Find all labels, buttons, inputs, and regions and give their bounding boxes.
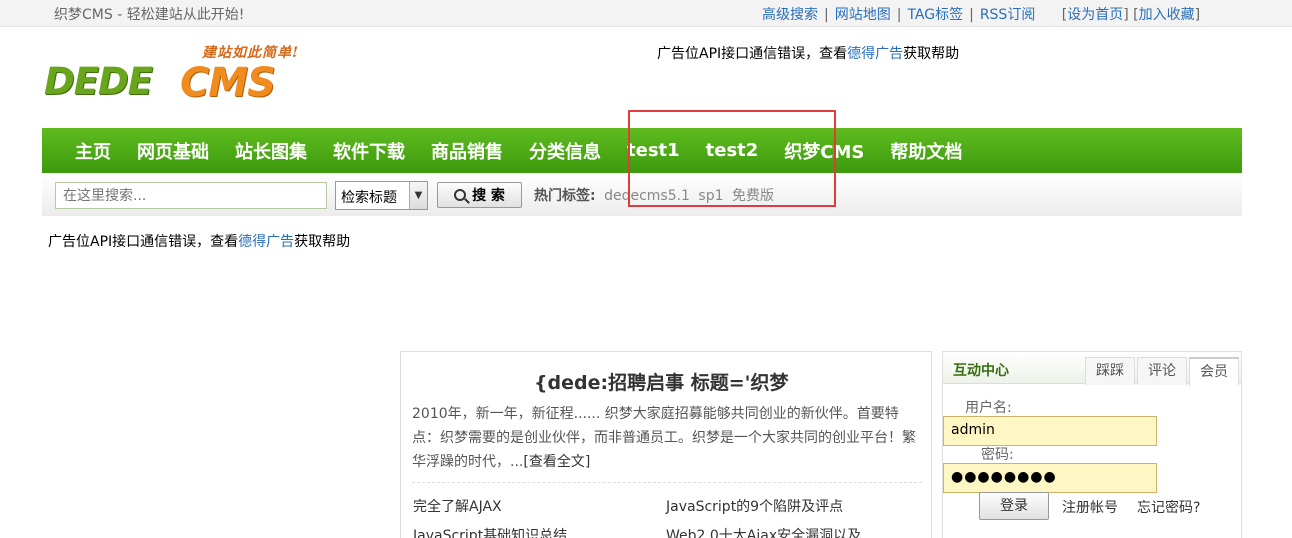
logo-dede: DEDE	[44, 60, 153, 103]
nav-item-home[interactable]: 主页	[62, 138, 124, 164]
search-icon	[454, 189, 467, 201]
read-more-link[interactable]: [查看全文]	[523, 454, 590, 470]
tab-member[interactable]: 会员	[1189, 357, 1239, 386]
search-type-value: 检索标题	[341, 190, 397, 206]
search-button-label: 搜 索	[472, 188, 505, 204]
site-logo[interactable]: 建站如此简单! DEDE CMS	[44, 42, 314, 112]
article-link[interactable]: Web2.0十大Ajax安全漏洞以及	[666, 525, 861, 538]
article-link[interactable]: 完全了解AJAX	[413, 496, 502, 516]
search-bar: 检索标题 ▼ 搜 索 热门标签: dedecms5.1 sp1 免费版	[42, 173, 1242, 216]
bracket-mid: ] [	[1123, 7, 1139, 23]
password-field[interactable]: ●●●●●●●●	[943, 463, 1157, 493]
username-label: 用户名:	[965, 400, 1012, 416]
ad-error-top: 广告位API接口通信错误，查看德得广告获取帮助	[657, 43, 959, 63]
separator: |	[896, 7, 902, 23]
ad-prefix: 广告位API接口通信错误，查看	[657, 46, 848, 62]
nav-item-test2[interactable]: test2	[693, 140, 772, 161]
hot-tags-label: 热门标签:	[534, 188, 596, 204]
ad-help-link[interactable]: 德得广告	[238, 234, 294, 250]
username-field[interactable]: admin	[943, 416, 1157, 446]
site-slogan: 织梦CMS - 轻松建站从此开始!	[54, 7, 245, 23]
divider	[412, 482, 922, 483]
register-link[interactable]: 注册帐号	[1062, 497, 1118, 517]
top-bar: 织梦CMS - 轻松建站从此开始! 高级搜索 | 网站地图 | TAG标签 | RSS订阅 …	[0, 0, 1292, 27]
chevron-down-icon: ▼	[409, 182, 427, 209]
login-button[interactable]: 登录	[979, 492, 1049, 520]
nav-item-web-basics[interactable]: 网页基础	[124, 138, 222, 164]
hot-tag[interactable]: dedecms5.1	[604, 188, 690, 204]
hot-tags: 热门标签: dedecms5.1 sp1 免费版	[534, 185, 774, 205]
ad-help-link[interactable]: 德得广告	[847, 46, 903, 62]
search-input[interactable]	[55, 182, 327, 209]
logo-tagline: 建站如此简单!	[202, 45, 300, 61]
nav-item-help[interactable]: 帮助文档	[877, 138, 975, 164]
forgot-password-link[interactable]: 忘记密码?	[1137, 497, 1200, 517]
hot-tag[interactable]: 免费版	[732, 188, 774, 204]
ad-error-mid: 广告位API接口通信错误，查看德得广告获取帮助	[48, 231, 350, 251]
separator: |	[969, 7, 974, 23]
bracket-close: ]	[1194, 7, 1201, 23]
article-summary: 2010年，新一年，新征程...... 织梦大家庭招募能够共同创业的新伙伴。首要…	[412, 402, 922, 474]
featured-article: {dede:招聘启事 标题='织梦 2010年，新一年，新征程...... 织梦…	[400, 351, 932, 538]
sitemap-link[interactable]: 网站地图	[835, 7, 891, 23]
ad-prefix: 广告位API接口通信错误，查看	[48, 234, 239, 250]
tab-digg[interactable]: 踩踩	[1085, 357, 1135, 385]
search-type-select[interactable]: 检索标题 ▼	[335, 181, 428, 210]
ad-suffix: 获取帮助	[294, 234, 351, 250]
tab-comments[interactable]: 评论	[1137, 357, 1187, 385]
main-nav: 主页 网页基础 站长图集 软件下载 商品销售 分类信息 test1 test2 …	[42, 128, 1242, 173]
member-title: 互动中心	[953, 363, 1009, 379]
nav-item-gallery[interactable]: 站长图集	[222, 138, 320, 164]
article-title[interactable]: {dede:招聘启事 标题='织梦	[534, 368, 788, 395]
nav-item-downloads[interactable]: 软件下载	[320, 138, 418, 164]
ad-suffix: 获取帮助	[903, 46, 960, 62]
article-summary-text: 2010年，新一年，新征程...... 织梦大家庭招募能够共同创业的新伙伴。首要…	[412, 406, 916, 470]
tag-link[interactable]: TAG标签	[907, 7, 963, 23]
set-homepage-link[interactable]: 设为首页	[1067, 7, 1123, 23]
logo-cms: CMS	[180, 60, 276, 106]
nav-item-classifieds[interactable]: 分类信息	[516, 138, 614, 164]
add-favorite-link[interactable]: 加入收藏	[1139, 7, 1195, 23]
nav-item-dedecms[interactable]: 织梦CMS	[771, 138, 877, 164]
advanced-search-link[interactable]: 高级搜索	[762, 7, 818, 23]
article-link[interactable]: JavaScript基础知识总结	[413, 525, 567, 538]
nav-item-products[interactable]: 商品销售	[418, 138, 516, 164]
hot-tag[interactable]: sp1	[698, 188, 723, 204]
search-button[interactable]: 搜 索	[437, 182, 522, 208]
password-label: 密码:	[981, 447, 1014, 463]
top-links: 高级搜索 | 网站地图 | TAG标签 | RSS订阅 [设为首页] [加入收藏]	[762, 4, 1200, 24]
rss-link[interactable]: RSS订阅	[980, 7, 1036, 23]
separator: |	[824, 7, 829, 23]
nav-item-test1[interactable]: test1	[614, 140, 693, 161]
member-center: 互动中心 踩踩 评论 会员 用户名: admin 密码: ●●●●●●●● 登录…	[942, 351, 1242, 538]
article-link[interactable]: JavaScript的9个陷阱及评点	[666, 496, 843, 516]
